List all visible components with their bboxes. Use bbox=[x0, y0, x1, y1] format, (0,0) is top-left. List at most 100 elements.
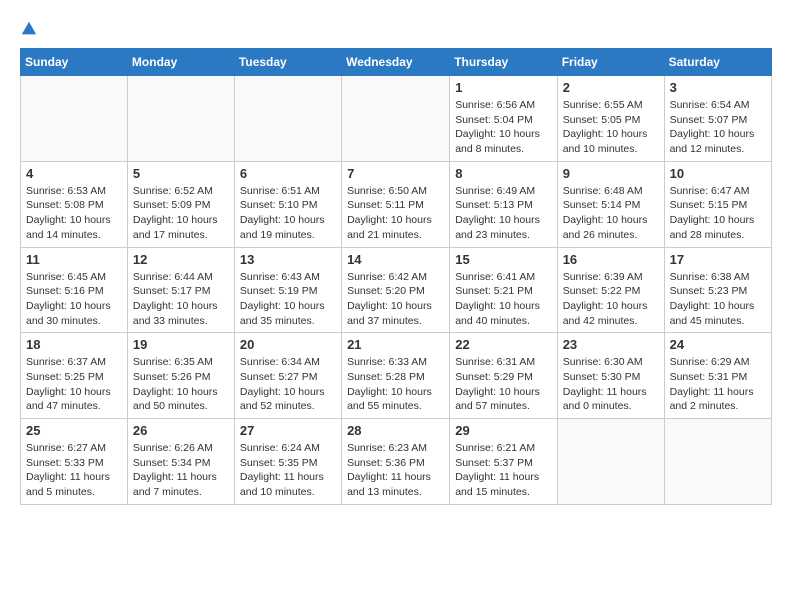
day-info: Sunrise: 6:52 AM Sunset: 5:09 PM Dayligh… bbox=[133, 184, 229, 243]
day-number: 17 bbox=[670, 252, 766, 267]
day-number: 23 bbox=[563, 337, 659, 352]
calendar-cell: 20Sunrise: 6:34 AM Sunset: 5:27 PM Dayli… bbox=[234, 333, 341, 419]
day-info: Sunrise: 6:55 AM Sunset: 5:05 PM Dayligh… bbox=[563, 98, 659, 157]
logo bbox=[20, 20, 40, 38]
day-info: Sunrise: 6:56 AM Sunset: 5:04 PM Dayligh… bbox=[455, 98, 551, 157]
calendar-cell: 7 Sunrise: 6:50 AM Sunset: 5:11 PM Daylig… bbox=[342, 161, 450, 247]
calendar-cell bbox=[127, 76, 234, 162]
calendar-cell: 1 Sunrise: 6:56 AM Sunset: 5:04 PM Daylig… bbox=[450, 76, 557, 162]
day-info: Sunrise: 6:35 AM Sunset: 5:26 PM Dayligh… bbox=[133, 355, 229, 414]
calendar-cell: 11Sunrise: 6:45 AM Sunset: 5:16 PM Dayli… bbox=[21, 247, 128, 333]
day-info: Sunrise: 6:51 AM Sunset: 5:10 PM Dayligh… bbox=[240, 184, 336, 243]
weekday-header-wednesday: Wednesday bbox=[342, 49, 450, 76]
calendar-week-row: 18 Sunrise: 6:37 AM Sunset: 5:25 PM Dayli… bbox=[21, 333, 772, 419]
day-info: Sunrise: 6:42 AM Sunset: 5:20 PM Dayligh… bbox=[347, 270, 444, 329]
day-number: 5 bbox=[133, 166, 229, 181]
day-info: Sunrise: 6:31 AM Sunset: 5:29 PM Dayligh… bbox=[455, 355, 551, 414]
calendar-cell: 22 Sunrise: 6:31 AM Sunset: 5:29 PM Dayli… bbox=[450, 333, 557, 419]
day-info: Sunrise: 6:26 AM Sunset: 5:34 PM Dayligh… bbox=[133, 441, 229, 500]
weekday-header-row: SundayMondayTuesdayWednesdayThursdayFrid… bbox=[21, 49, 772, 76]
day-info: Sunrise: 6:39 AM Sunset: 5:22 PM Dayligh… bbox=[563, 270, 659, 329]
calendar-week-row: 11Sunrise: 6:45 AM Sunset: 5:16 PM Dayli… bbox=[21, 247, 772, 333]
calendar-cell: 10Sunrise: 6:47 AM Sunset: 5:15 PM Dayli… bbox=[664, 161, 771, 247]
calendar-week-row: 4 Sunrise: 6:53 AM Sunset: 5:08 PM Daylig… bbox=[21, 161, 772, 247]
day-number: 1 bbox=[455, 80, 551, 95]
calendar-cell: 28 Sunrise: 6:23 AM Sunset: 5:36 PM Dayli… bbox=[342, 419, 450, 505]
calendar-cell: 5 Sunrise: 6:52 AM Sunset: 5:09 PM Daylig… bbox=[127, 161, 234, 247]
day-number: 4 bbox=[26, 166, 122, 181]
calendar-cell bbox=[21, 76, 128, 162]
calendar-cell bbox=[557, 419, 664, 505]
day-info: Sunrise: 6:53 AM Sunset: 5:08 PM Dayligh… bbox=[26, 184, 122, 243]
day-number: 11 bbox=[26, 252, 122, 267]
calendar-cell: 27Sunrise: 6:24 AM Sunset: 5:35 PM Dayli… bbox=[234, 419, 341, 505]
calendar-cell: 19 Sunrise: 6:35 AM Sunset: 5:26 PM Dayli… bbox=[127, 333, 234, 419]
day-info: Sunrise: 6:27 AM Sunset: 5:33 PM Dayligh… bbox=[26, 441, 122, 500]
day-number: 16 bbox=[563, 252, 659, 267]
calendar-week-row: 25Sunrise: 6:27 AM Sunset: 5:33 PM Dayli… bbox=[21, 419, 772, 505]
day-number: 19 bbox=[133, 337, 229, 352]
calendar-cell: 26 Sunrise: 6:26 AM Sunset: 5:34 PM Dayli… bbox=[127, 419, 234, 505]
day-number: 22 bbox=[455, 337, 551, 352]
day-number: 27 bbox=[240, 423, 336, 438]
calendar-cell: 15 Sunrise: 6:41 AM Sunset: 5:21 PM Dayli… bbox=[450, 247, 557, 333]
day-info: Sunrise: 6:33 AM Sunset: 5:28 PM Dayligh… bbox=[347, 355, 444, 414]
calendar-cell: 6 Sunrise: 6:51 AM Sunset: 5:10 PM Daylig… bbox=[234, 161, 341, 247]
weekday-header-thursday: Thursday bbox=[450, 49, 557, 76]
day-info: Sunrise: 6:49 AM Sunset: 5:13 PM Dayligh… bbox=[455, 184, 551, 243]
calendar-cell: 29Sunrise: 6:21 AM Sunset: 5:37 PM Dayli… bbox=[450, 419, 557, 505]
day-number: 26 bbox=[133, 423, 229, 438]
calendar-cell: 17 Sunrise: 6:38 AM Sunset: 5:23 PM Dayli… bbox=[664, 247, 771, 333]
calendar-cell: 12 Sunrise: 6:44 AM Sunset: 5:17 PM Dayli… bbox=[127, 247, 234, 333]
day-number: 21 bbox=[347, 337, 444, 352]
calendar-cell: 25Sunrise: 6:27 AM Sunset: 5:33 PM Dayli… bbox=[21, 419, 128, 505]
day-info: Sunrise: 6:30 AM Sunset: 5:30 PM Dayligh… bbox=[563, 355, 659, 414]
day-info: Sunrise: 6:43 AM Sunset: 5:19 PM Dayligh… bbox=[240, 270, 336, 329]
calendar-cell: 24 Sunrise: 6:29 AM Sunset: 5:31 PM Dayli… bbox=[664, 333, 771, 419]
day-number: 24 bbox=[670, 337, 766, 352]
calendar-cell: 18 Sunrise: 6:37 AM Sunset: 5:25 PM Dayli… bbox=[21, 333, 128, 419]
day-number: 15 bbox=[455, 252, 551, 267]
calendar-table: SundayMondayTuesdayWednesdayThursdayFrid… bbox=[20, 48, 772, 505]
calendar-cell bbox=[342, 76, 450, 162]
day-number: 13 bbox=[240, 252, 336, 267]
calendar-cell: 21 Sunrise: 6:33 AM Sunset: 5:28 PM Dayli… bbox=[342, 333, 450, 419]
logo-icon bbox=[20, 20, 38, 38]
calendar-cell: 3 Sunrise: 6:54 AM Sunset: 5:07 PM Daylig… bbox=[664, 76, 771, 162]
calendar-cell bbox=[664, 419, 771, 505]
calendar-cell: 4 Sunrise: 6:53 AM Sunset: 5:08 PM Daylig… bbox=[21, 161, 128, 247]
calendar-cell bbox=[234, 76, 341, 162]
calendar-cell: 2 Sunrise: 6:55 AM Sunset: 5:05 PM Daylig… bbox=[557, 76, 664, 162]
day-info: Sunrise: 6:38 AM Sunset: 5:23 PM Dayligh… bbox=[670, 270, 766, 329]
day-info: Sunrise: 6:54 AM Sunset: 5:07 PM Dayligh… bbox=[670, 98, 766, 157]
calendar-cell: 16 Sunrise: 6:39 AM Sunset: 5:22 PM Dayli… bbox=[557, 247, 664, 333]
calendar-cell: 13 Sunrise: 6:43 AM Sunset: 5:19 PM Dayli… bbox=[234, 247, 341, 333]
weekday-header-tuesday: Tuesday bbox=[234, 49, 341, 76]
day-number: 7 bbox=[347, 166, 444, 181]
calendar-cell: 23 Sunrise: 6:30 AM Sunset: 5:30 PM Dayli… bbox=[557, 333, 664, 419]
day-info: Sunrise: 6:21 AM Sunset: 5:37 PM Dayligh… bbox=[455, 441, 551, 500]
weekday-header-monday: Monday bbox=[127, 49, 234, 76]
day-number: 14 bbox=[347, 252, 444, 267]
day-info: Sunrise: 6:37 AM Sunset: 5:25 PM Dayligh… bbox=[26, 355, 122, 414]
day-info: Sunrise: 6:41 AM Sunset: 5:21 PM Dayligh… bbox=[455, 270, 551, 329]
day-number: 8 bbox=[455, 166, 551, 181]
calendar-week-row: 1 Sunrise: 6:56 AM Sunset: 5:04 PM Daylig… bbox=[21, 76, 772, 162]
day-number: 9 bbox=[563, 166, 659, 181]
day-number: 6 bbox=[240, 166, 336, 181]
calendar-cell: 8 Sunrise: 6:49 AM Sunset: 5:13 PM Daylig… bbox=[450, 161, 557, 247]
day-info: Sunrise: 6:50 AM Sunset: 5:11 PM Dayligh… bbox=[347, 184, 444, 243]
day-info: Sunrise: 6:23 AM Sunset: 5:36 PM Dayligh… bbox=[347, 441, 444, 500]
day-number: 28 bbox=[347, 423, 444, 438]
header bbox=[20, 20, 772, 38]
day-number: 18 bbox=[26, 337, 122, 352]
calendar-cell: 9 Sunrise: 6:48 AM Sunset: 5:14 PM Daylig… bbox=[557, 161, 664, 247]
day-number: 20 bbox=[240, 337, 336, 352]
day-info: Sunrise: 6:48 AM Sunset: 5:14 PM Dayligh… bbox=[563, 184, 659, 243]
day-number: 2 bbox=[563, 80, 659, 95]
day-number: 12 bbox=[133, 252, 229, 267]
weekday-header-saturday: Saturday bbox=[664, 49, 771, 76]
day-info: Sunrise: 6:44 AM Sunset: 5:17 PM Dayligh… bbox=[133, 270, 229, 329]
day-info: Sunrise: 6:29 AM Sunset: 5:31 PM Dayligh… bbox=[670, 355, 766, 414]
day-number: 3 bbox=[670, 80, 766, 95]
